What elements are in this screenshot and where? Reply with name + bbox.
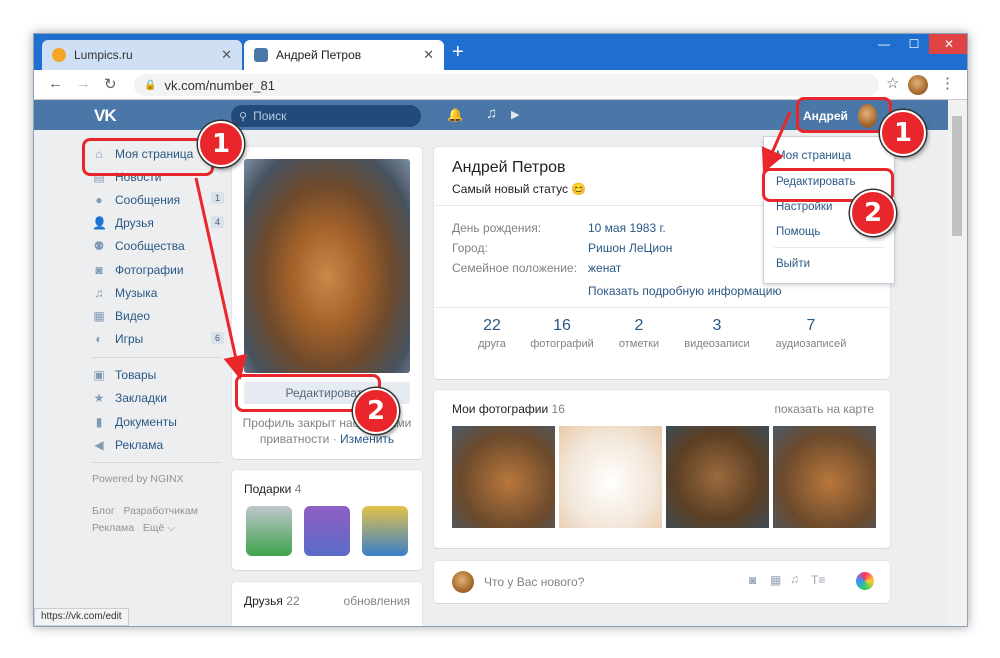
arrow-to-edit-button [194,177,248,380]
step-2-badge-right: 2 [850,190,896,236]
step-1-badge-right: 1 [880,110,926,156]
arrow-to-edit-menu-item [761,111,792,173]
step-1-badge-left: 1 [198,121,244,167]
annotation-arrows [194,111,792,380]
step-2-badge-left: 2 [353,388,399,434]
